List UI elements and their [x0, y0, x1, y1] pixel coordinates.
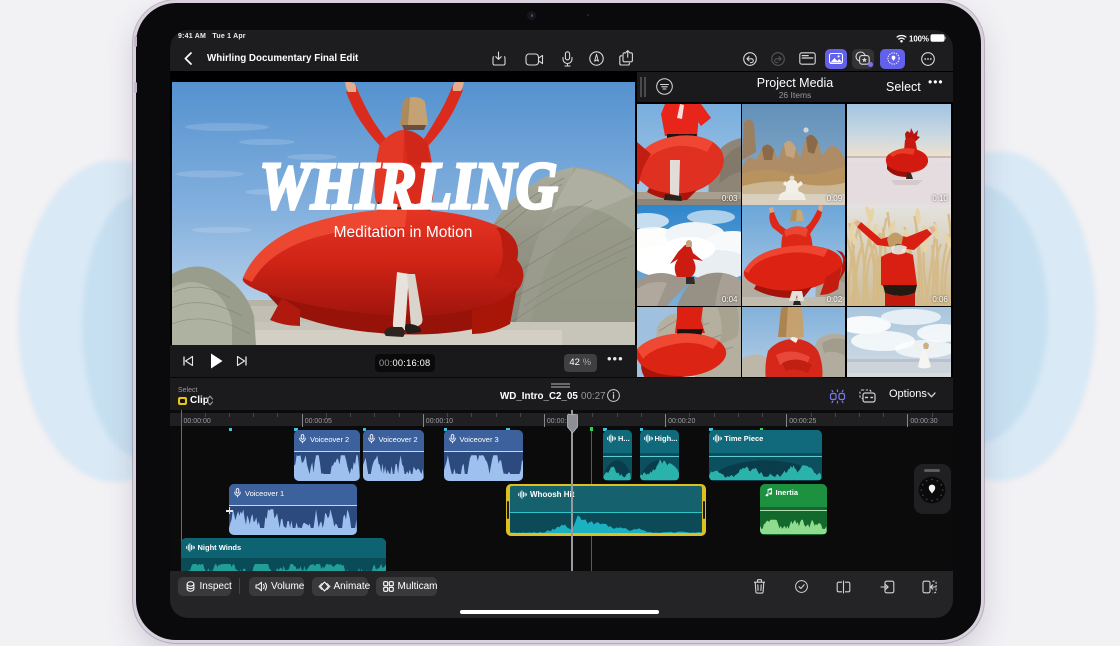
svg-text:100%: 100%: [909, 34, 929, 43]
